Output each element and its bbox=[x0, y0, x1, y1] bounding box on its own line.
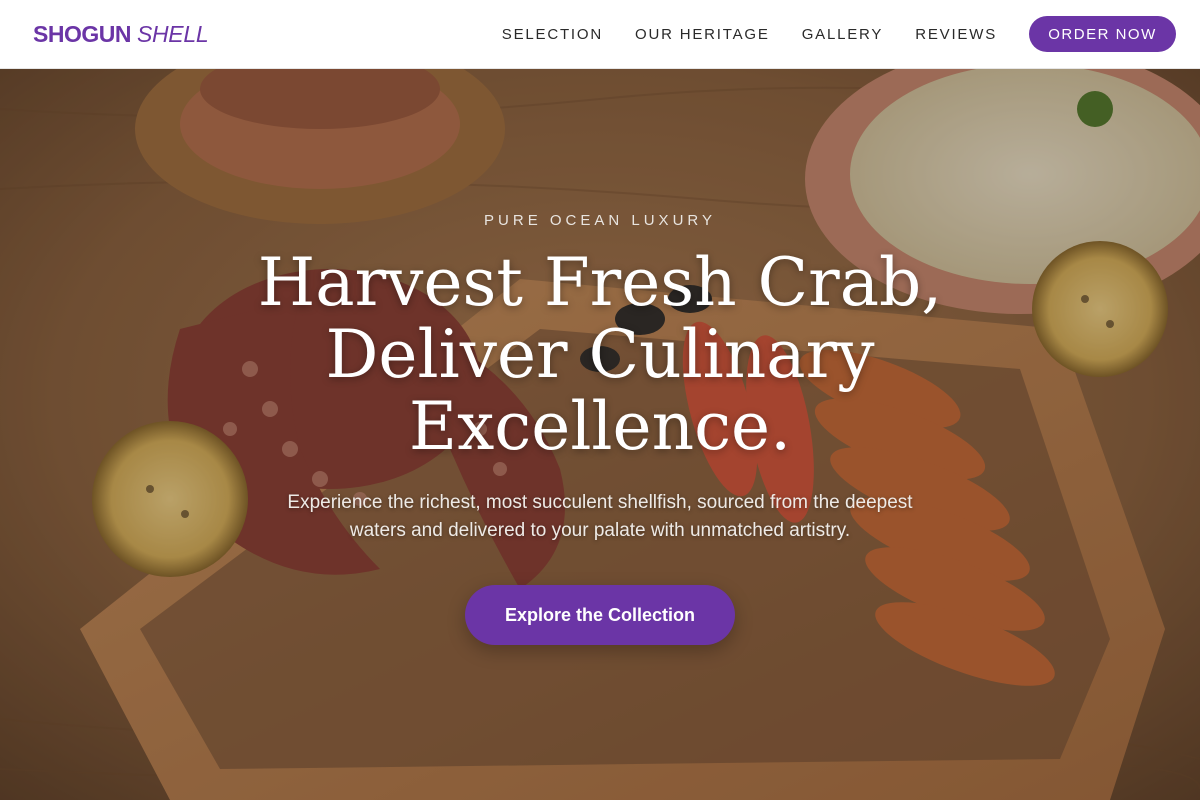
brand-name: SHOGUN bbox=[33, 20, 131, 47]
explore-collection-button[interactable]: Explore the Collection bbox=[465, 585, 735, 645]
hero-eyebrow: PURE OCEAN LUXURY bbox=[484, 212, 716, 229]
site-header: SHOGUN SHELL SELECTION OUR HERITAGE GALL… bbox=[0, 0, 1200, 69]
hero-subtext: Experience the richest, most succulent s… bbox=[287, 492, 913, 541]
headline-line-2: Deliver Culinary bbox=[325, 316, 875, 393]
nav-link-our-heritage[interactable]: OUR HERITAGE bbox=[635, 26, 770, 43]
headline-line-3: Excellence. bbox=[408, 388, 792, 465]
order-now-button[interactable]: ORDER NOW bbox=[1029, 16, 1176, 52]
hero-headline: Harvest Fresh Crab, Deliver Culinary Exc… bbox=[0, 247, 1200, 463]
nav-link-selection[interactable]: SELECTION bbox=[502, 26, 603, 43]
brand-logo[interactable]: SHOGUN SHELL bbox=[33, 20, 209, 48]
nav-link-gallery[interactable]: GALLERY bbox=[802, 26, 884, 43]
main-nav: SELECTION OUR HERITAGE GALLERY REVIEWS O… bbox=[470, 16, 1176, 52]
nav-link-reviews[interactable]: REVIEWS bbox=[915, 26, 997, 43]
headline-line-1: Harvest Fresh Crab, bbox=[257, 244, 943, 321]
brand-accent: SHELL bbox=[136, 20, 209, 47]
hero-section: PURE OCEAN LUXURY Harvest Fresh Crab, De… bbox=[0, 69, 1200, 800]
